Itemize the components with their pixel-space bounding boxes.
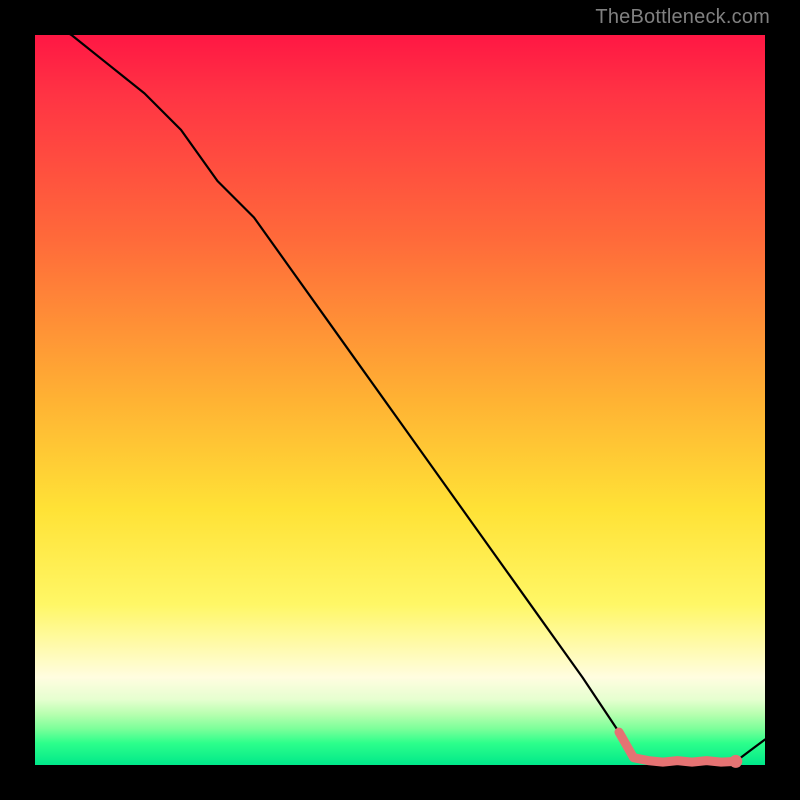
chart-frame: TheBottleneck.com bbox=[0, 0, 800, 800]
end-point-marker bbox=[729, 755, 742, 768]
low-bottleneck-zone bbox=[619, 732, 736, 762]
bottleneck-curve bbox=[35, 13, 765, 762]
chart-overlay bbox=[35, 35, 765, 765]
watermark-text: TheBottleneck.com bbox=[595, 6, 770, 29]
